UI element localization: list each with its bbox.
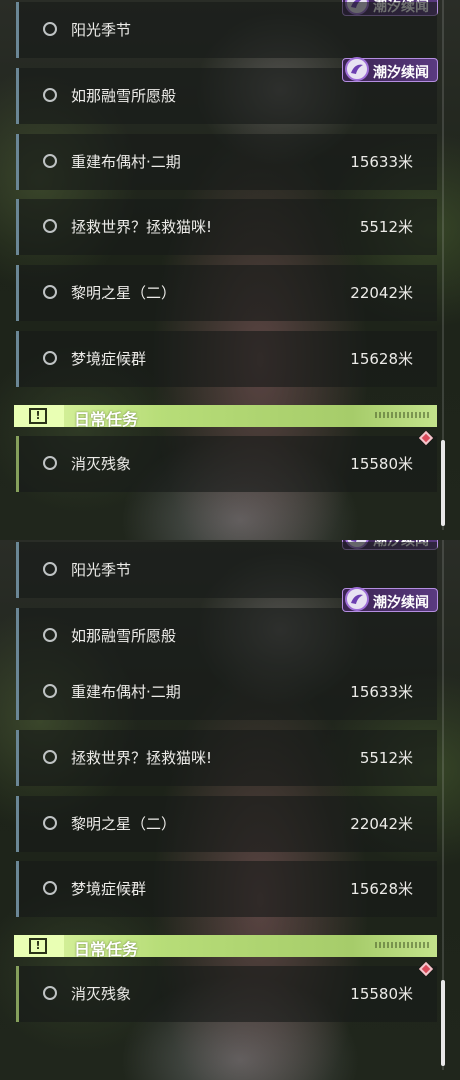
quest-name: 消灭残象	[71, 985, 132, 1003]
quest-distance: 15628米	[350, 880, 413, 898]
quest-tag-label: 潮汐续闻	[373, 595, 429, 611]
daily-quests-header[interactable]: ! 日常任务	[14, 405, 437, 429]
exclamation-icon: !	[14, 935, 64, 957]
quest-tag-badge: 潮汐续闻	[342, 57, 438, 82]
quest-name: 阳光季节	[71, 561, 132, 579]
quest-distance: 15633米	[350, 153, 413, 171]
quest-name: 重建布偶村·二期	[71, 153, 181, 171]
quest-status-circle-icon	[43, 351, 57, 365]
section-title: 日常任务	[74, 410, 139, 429]
quest-distance: 15580米	[350, 985, 413, 1003]
header-decoration	[375, 412, 429, 418]
quest-list-panel: 潮汐续闻 阳光季节 如那融雪所愿般 潮汐续闻 重建布偶村·二期 15633米 拯…	[0, 0, 460, 540]
quest-name: 拯救世界？拯救猫咪!	[71, 218, 213, 236]
daily-quests-header[interactable]: ! 日常任务	[14, 935, 437, 959]
quest-name: 如那融雪所愿般	[71, 627, 177, 645]
quest-distance: 15628米	[350, 350, 413, 368]
quest-distance: 15633米	[350, 683, 413, 701]
quest-status-circle-icon	[43, 219, 57, 233]
scrollbar-thumb[interactable]	[441, 440, 445, 526]
daily-quest-row[interactable]: 消灭残象 15580米	[16, 436, 437, 492]
quest-distance: 5512米	[359, 218, 413, 236]
scrollbar-thumb[interactable]	[441, 980, 445, 1066]
quest-status-circle-icon	[43, 285, 57, 299]
quest-name: 阳光季节	[71, 21, 132, 39]
quest-status-circle-icon	[43, 986, 57, 1000]
quest-status-circle-icon	[43, 22, 57, 36]
quest-status-circle-icon	[43, 628, 57, 642]
quest-distance: 22042米	[350, 815, 413, 833]
header-decoration	[375, 942, 429, 948]
quest-name: 梦境症候群	[71, 350, 147, 368]
quest-status-circle-icon	[43, 154, 57, 168]
section-title: 日常任务	[74, 940, 139, 959]
quest-status-circle-icon	[43, 684, 57, 698]
quest-status-circle-icon	[43, 881, 57, 895]
quest-status-circle-icon	[43, 562, 57, 576]
quest-distance: 15580米	[350, 455, 413, 473]
quest-status-circle-icon	[43, 750, 57, 764]
quest-status-circle-icon	[43, 816, 57, 830]
quest-row[interactable]: 重建布偶村·二期 15633米	[16, 134, 437, 190]
quest-tag-label: 潮汐续闻	[373, 65, 429, 81]
tide-news-icon	[345, 587, 369, 611]
quest-list-panel: 潮汐续闻 阳光季节 如那融雪所愿般 潮汐续闻 重建布偶村·二期 15633米 拯…	[0, 540, 460, 1080]
daily-quest-row[interactable]: 消灭残象 15580米	[16, 966, 437, 1022]
quest-row[interactable]: 阳光季节	[16, 2, 437, 58]
quest-status-circle-icon	[43, 88, 57, 102]
quest-row[interactable]: 拯救世界？拯救猫咪! 5512米	[16, 199, 437, 255]
quest-row[interactable]: 黎明之星（二） 22042米	[16, 796, 437, 852]
quest-distance: 5512米	[359, 749, 413, 767]
quest-name: 如那融雪所愿般	[71, 87, 177, 105]
quest-name: 梦境症候群	[71, 880, 147, 898]
quest-row[interactable]: 如那融雪所愿般	[16, 608, 437, 664]
quest-row[interactable]: 拯救世界？拯救猫咪! 5512米	[16, 730, 437, 786]
quest-row[interactable]: 黎明之星（二） 22042米	[16, 265, 437, 321]
quest-name: 拯救世界？拯救猫咪!	[71, 749, 213, 767]
tide-news-icon	[345, 57, 369, 81]
quest-name: 消灭残象	[71, 455, 132, 473]
quest-tag-badge: 潮汐续闻	[342, 587, 438, 612]
quest-distance: 22042米	[350, 284, 413, 302]
quest-row[interactable]: 梦境症候群 15628米	[16, 331, 437, 387]
quest-name: 重建布偶村·二期	[71, 683, 181, 701]
quest-name: 黎明之星（二）	[71, 284, 177, 302]
exclamation-icon: !	[14, 405, 64, 427]
quest-name: 黎明之星（二）	[71, 815, 177, 833]
quest-row[interactable]: 重建布偶村·二期 15633米	[16, 664, 437, 720]
quest-status-circle-icon	[43, 456, 57, 470]
quest-row[interactable]: 梦境症候群 15628米	[16, 861, 437, 917]
